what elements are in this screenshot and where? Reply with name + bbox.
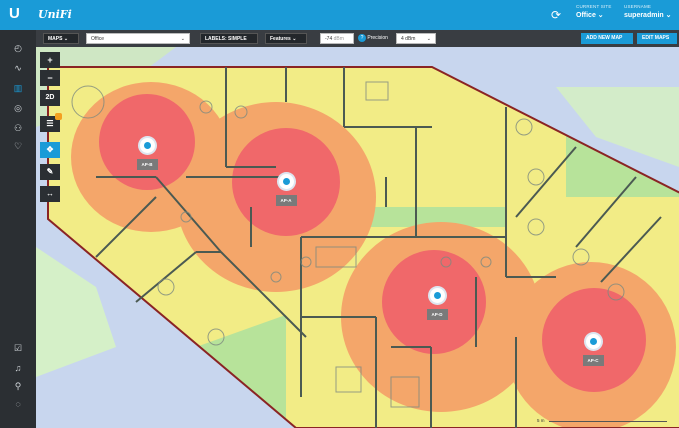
- chevron-down-icon: ⌄: [597, 12, 604, 19]
- view-2d-button[interactable]: 2D: [40, 90, 60, 106]
- heatmap-canvas: [36, 47, 679, 428]
- dashboard-icon[interactable]: ◴: [12, 42, 24, 54]
- access-point-icon: [585, 334, 601, 349]
- unifi-logo-text: UniFi: [38, 8, 72, 21]
- ap-label: AP-C: [582, 355, 604, 366]
- ap-label: AP-B: [136, 159, 158, 170]
- zoom-in-button[interactable]: +: [40, 52, 60, 68]
- access-point-icon: [278, 174, 294, 189]
- map-select-value: Office: [91, 36, 104, 42]
- floor-plan-map[interactable]: AP-B AP-A AP-D AP-C: [36, 47, 679, 428]
- access-point-icon: [429, 288, 445, 303]
- ubiquiti-logo-icon[interactable]: U: [9, 5, 20, 22]
- insights-icon[interactable]: ♡: [12, 140, 24, 152]
- chevron-down-icon: ⌄: [426, 36, 431, 42]
- refresh-icon[interactable]: ⟳: [551, 8, 561, 22]
- ap-label: AP-D: [426, 309, 448, 320]
- add-new-map-button[interactable]: ADD NEW MAP: [581, 33, 633, 44]
- scale-bar: [549, 421, 667, 422]
- current-site-value: Office: [576, 12, 596, 19]
- info-icon: ?: [358, 34, 366, 42]
- precision-select[interactable]: 4 dBm ⌄: [396, 33, 436, 44]
- sidebar-nav: ◴ ∿ ▥ ◎ ⚇ ♡ ☑ ♫ ⚲ ◌: [0, 30, 36, 428]
- pencil-icon[interactable]: ✎: [40, 164, 60, 180]
- warning-badge-icon: [55, 113, 62, 120]
- alerts-icon[interactable]: ♫: [12, 362, 24, 374]
- username-label: USERNAME: [624, 4, 652, 9]
- devices-icon[interactable]: ◎: [12, 102, 24, 114]
- zoom-out-button[interactable]: −: [40, 70, 60, 86]
- map-icon[interactable]: ▥: [12, 82, 24, 94]
- events-icon[interactable]: ☑: [12, 342, 24, 354]
- access-point-marker[interactable]: AP-B: [127, 138, 167, 171]
- ruler-icon[interactable]: ↔: [40, 186, 60, 202]
- maps-label: MAPS: [48, 36, 63, 42]
- user-menu[interactable]: USERNAME superadmin ⌄: [624, 4, 672, 19]
- ap-label: AP-A: [275, 195, 297, 206]
- clients-icon[interactable]: ⚇: [12, 122, 24, 134]
- chevron-down-icon: ⌄: [665, 12, 672, 19]
- signal-value: -74: [325, 36, 333, 42]
- maps-dropdown[interactable]: MAPS ⌄: [43, 33, 79, 44]
- access-point-marker[interactable]: AP-A: [266, 174, 306, 207]
- features-dropdown[interactable]: Features ⌄: [265, 33, 307, 44]
- signal-input[interactable]: -74 dBm: [320, 33, 354, 44]
- move-tool-icon[interactable]: ✥: [40, 142, 60, 158]
- access-point-marker[interactable]: AP-C: [573, 334, 613, 367]
- chevron-down-icon: ⌄: [180, 36, 185, 42]
- current-site-selector[interactable]: CURRENT SITE Office ⌄: [576, 4, 612, 19]
- labels-button[interactable]: LABELS: SIMPLE: [200, 33, 258, 44]
- map-toolbar: MAPS ⌄ Office ⌄ LABELS: SIMPLE Features ⌄…: [36, 30, 679, 47]
- access-point-icon: [139, 138, 155, 153]
- user-search-icon[interactable]: ⚲: [12, 380, 24, 392]
- statistics-icon[interactable]: ∿: [12, 62, 24, 74]
- top-bar: U UniFi ⟳ CURRENT SITE Office ⌄ USERNAME…: [0, 0, 679, 30]
- signal-unit: dBm: [333, 36, 344, 42]
- edit-maps-button[interactable]: EDIT MAPS: [637, 33, 677, 44]
- precision-label: Precision: [367, 35, 388, 41]
- precision-value: 4 dBm: [401, 36, 416, 42]
- features-label: Features: [270, 36, 291, 42]
- access-point-marker[interactable]: AP-D: [417, 288, 457, 321]
- scale-label: 5 m: [537, 418, 545, 423]
- chat-icon[interactable]: ◌: [12, 398, 24, 410]
- username-value: superadmin: [624, 12, 664, 19]
- map-select[interactable]: Office ⌄: [86, 33, 190, 44]
- current-site-label: CURRENT SITE: [576, 4, 612, 9]
